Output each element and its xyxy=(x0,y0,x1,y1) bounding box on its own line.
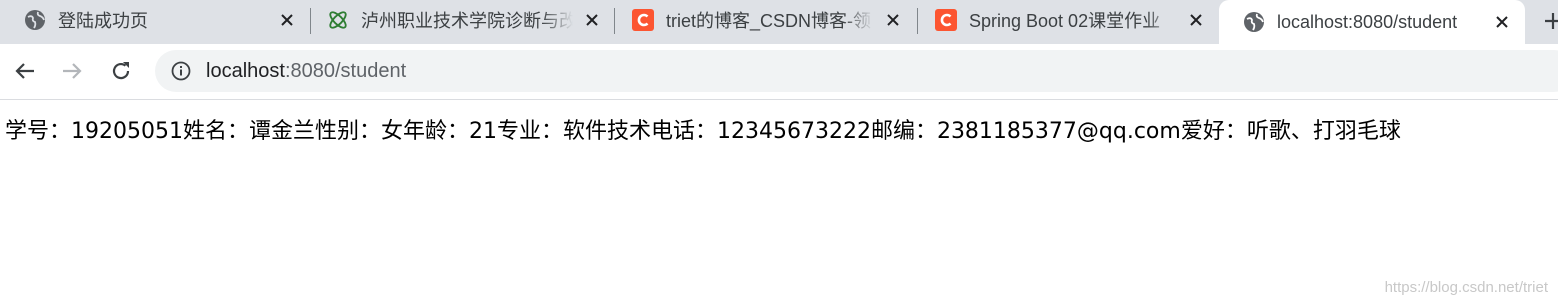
student-info-text: 学号：19205051姓名：谭金兰性别：女年龄：21专业：软件技术电话：1234… xyxy=(5,119,1401,144)
tab-strip: 登陆成功页 泸州职业技术学院诊断与改 triet的博客_CSDN博客-领 Spr… xyxy=(0,0,1558,44)
url-path: :8080/student xyxy=(284,59,407,82)
close-icon[interactable] xyxy=(882,9,904,31)
url-text[interactable]: localhost:8080/student xyxy=(206,60,406,83)
close-icon[interactable] xyxy=(581,9,603,31)
close-icon[interactable] xyxy=(1491,11,1513,33)
tab-localhost-student[interactable]: localhost:8080/student xyxy=(1219,0,1525,44)
back-button[interactable] xyxy=(10,56,40,86)
close-icon[interactable] xyxy=(1185,9,1207,31)
tab-title: 泸州职业技术学院诊断与改 xyxy=(361,11,573,31)
forward-button[interactable] xyxy=(57,56,87,86)
csdn-icon xyxy=(935,9,957,31)
info-icon[interactable] xyxy=(170,60,192,82)
url-host: localhost xyxy=(206,59,285,82)
reload-icon xyxy=(112,62,130,80)
tab-title: Spring Boot 02课堂作业 xyxy=(969,11,1161,31)
atom-icon xyxy=(327,9,349,31)
tab-login-success[interactable]: 登陆成功页 xyxy=(0,0,310,40)
arrow-right-icon xyxy=(63,63,82,79)
new-tab-button[interactable] xyxy=(1538,6,1558,36)
plus-icon xyxy=(1545,13,1558,29)
tab-spring-boot[interactable]: Spring Boot 02课堂作业 xyxy=(911,0,1219,40)
tab-title: localhost:8080/student xyxy=(1277,11,1458,32)
tab-title: 登陆成功页 xyxy=(58,11,148,31)
reload-button[interactable] xyxy=(106,56,136,86)
tab-title: triet的博客_CSDN博客-领 xyxy=(666,11,872,31)
tab-lzy-college[interactable]: 泸州职业技术学院诊断与改 xyxy=(303,0,615,40)
tab-triet-blog[interactable]: triet的博客_CSDN博客-领 xyxy=(608,0,916,40)
arrow-left-icon xyxy=(15,63,34,79)
watermark: https://blog.csdn.net/triet xyxy=(1384,279,1548,296)
browser-toolbar: localhost:8080/student xyxy=(0,44,1558,100)
globe-icon xyxy=(1243,11,1265,33)
address-bar[interactable]: localhost:8080/student xyxy=(155,50,1558,92)
globe-icon xyxy=(24,9,46,31)
csdn-icon xyxy=(632,9,654,31)
close-icon[interactable] xyxy=(276,9,298,31)
